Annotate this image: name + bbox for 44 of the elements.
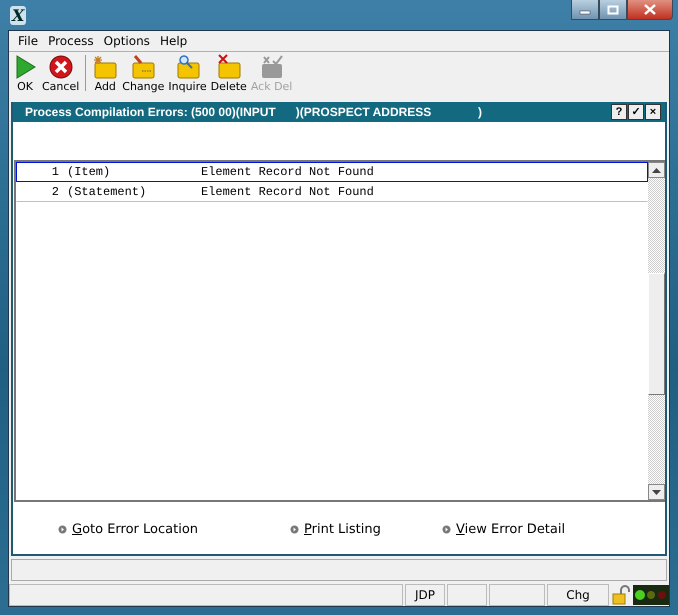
menu-item[interactable]: Help (154, 34, 192, 48)
up-arrow-icon (652, 168, 661, 172)
minimize-button[interactable] (571, 0, 599, 20)
status-panel (447, 584, 487, 606)
bullet-icon (442, 525, 451, 534)
toolbar-button[interactable]: Delete (210, 54, 248, 93)
folder-icon (130, 54, 156, 80)
toolbar-button[interactable]: Change (121, 54, 166, 93)
down-arrow-icon (652, 490, 661, 494)
action-link[interactable]: Print Listing (290, 522, 442, 537)
menu-item[interactable]: File (13, 34, 44, 48)
status-panel (489, 584, 545, 606)
toolbar-button[interactable]: Cancel (41, 54, 80, 93)
close-icon (643, 4, 657, 15)
scroll-down-button[interactable] (648, 484, 665, 500)
panel-button[interactable]: ? (611, 104, 627, 120)
maximize-icon (607, 4, 619, 14)
action-link[interactable]: View Error Detail (442, 522, 566, 537)
lock-icon (611, 585, 631, 605)
menu-item[interactable]: Options (98, 34, 155, 48)
app-icon: X (10, 6, 26, 25)
toolbar-button[interactable]: Inquire (167, 54, 208, 93)
cancel-icon (48, 54, 74, 80)
bullet-icon (290, 525, 299, 534)
menu-item[interactable]: Process (43, 34, 99, 48)
toolbar-button[interactable]: OK (11, 54, 39, 93)
scroll-up-button[interactable] (648, 162, 665, 178)
action-link[interactable]: Goto Error Location (58, 522, 290, 537)
close-button[interactable] (627, 0, 673, 20)
panel-title: Process Compilation Errors: (500 00)(INPUT )(PROSPECT ADDRESS ) (25, 105, 482, 119)
scrollbar-thumb[interactable] (648, 273, 665, 395)
panel-button[interactable]: ✓ (628, 104, 644, 120)
search-icon (174, 54, 201, 80)
panel-button[interactable]: × (645, 104, 661, 120)
folder-icon (216, 54, 242, 80)
maximize-button[interactable] (599, 0, 627, 20)
toolbar-button[interactable]: Add (91, 54, 120, 93)
bullet-icon (58, 525, 67, 534)
error-row[interactable]: 1 (Item) Element Record Not Found (16, 162, 648, 182)
folder-icon (92, 54, 118, 80)
status-panel: Chg (547, 584, 609, 606)
traffic-light-icon (633, 585, 669, 605)
status-panel: JDP (405, 584, 445, 606)
error-row[interactable]: 2 (Statement) Element Record Not Found (16, 182, 648, 202)
